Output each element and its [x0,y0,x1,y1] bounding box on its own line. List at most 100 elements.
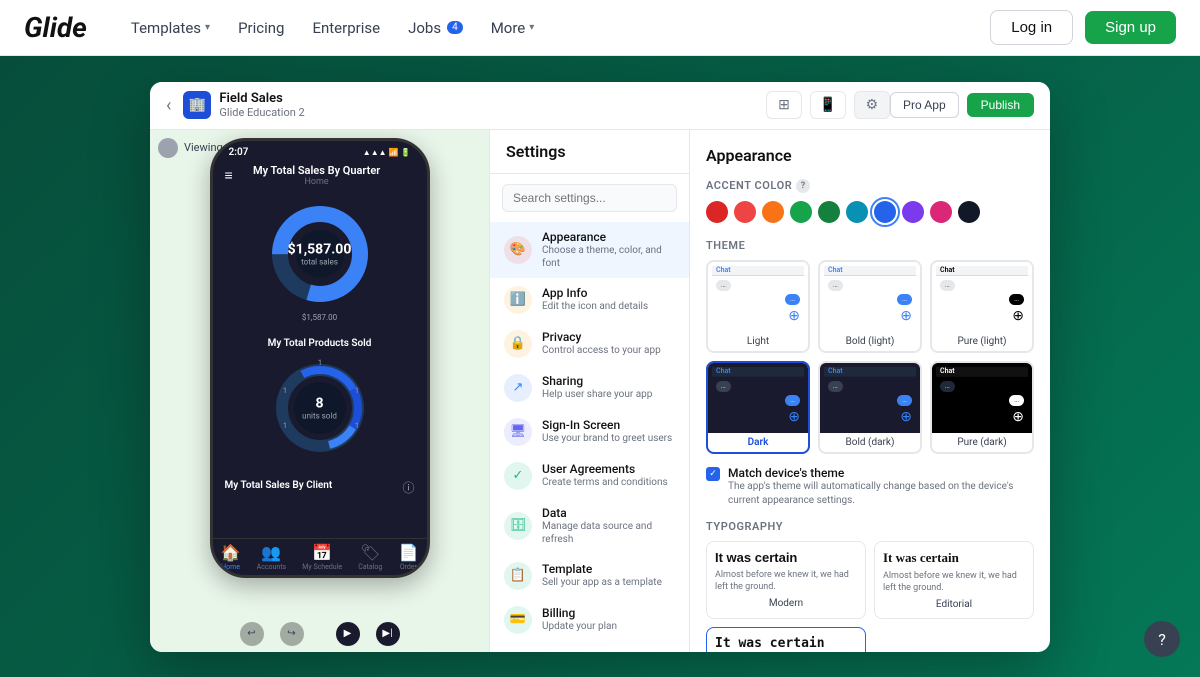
appearance-panel: Appearance ACCENT COLOR ? THEME Chat ...… [690,130,1050,652]
typography-editorial[interactable]: It was certain Almost before we knew it,… [874,541,1034,619]
chevron-down-icon: ▾ [205,22,210,33]
settings-item-desc: Control access to your app [542,344,675,357]
nav-templates[interactable]: Templates ▾ [119,11,222,45]
settings-item-desc: Update your plan [542,620,675,633]
appearance-title: Appearance [706,146,1034,165]
sharing-icon: ↗ [504,374,532,402]
navbar: Glide Templates ▾ Pricing Enterprise Job… [0,0,1200,56]
theme-label: THEME [706,239,1034,252]
settings-item-desc: Choose a theme, color, and font [542,244,675,270]
next-button[interactable]: ▶| [376,622,400,646]
theme-card-light[interactable]: Chat ... ... ⊕ Light [706,260,810,353]
settings-item-privacy[interactable]: 🔒 Privacy Control access to your app [490,322,689,366]
app-subtitle: Glide Education 2 [219,106,706,119]
help-button[interactable]: ? [1144,621,1180,657]
settings-item-name: Sharing [542,374,675,388]
phone-bottom-nav: 🏠 Home 👥 Accounts 📅 My Schedule 🏷 [213,538,427,575]
settings-item-desc: Manage data source and refresh [542,520,675,546]
phone-page-title: My Total Sales By Quarter [233,164,401,177]
typography-label: TYPOGRAPHY [706,520,1034,533]
login-button[interactable]: Log in [990,10,1073,45]
match-device-checkbox[interactable]: ✓ [706,467,720,481]
color-swatch-3[interactable] [790,201,812,223]
color-swatch-5[interactable] [846,201,868,223]
svg-text:1: 1 [283,422,287,430]
signup-button[interactable]: Sign up [1085,11,1176,44]
settings-item-user-agreements[interactable]: ✓ User Agreements Create terms and condi… [490,454,689,498]
settings-view-button[interactable]: ⚙ [854,91,890,119]
back-button[interactable]: ‹ [166,95,171,116]
sales-value: $1,587.00 [288,241,352,257]
privacy-icon: 🔒 [504,330,532,358]
nav-item-order[interactable]: 📄 Order [398,543,418,571]
pro-app-button[interactable]: Pro App [890,92,959,118]
theme-card-pure-dark[interactable]: Chat ... ... ⊕ Pure (dark) [930,361,1034,454]
play-button[interactable]: ▶ [336,622,360,646]
settings-item-template[interactable]: 📋 Template Sell your app as a template [490,554,689,598]
settings-item-appearance[interactable]: 🎨 Appearance Choose a theme, color, and … [490,222,689,278]
settings-title: Settings [506,142,673,161]
app-icon: 🏢 [183,91,211,119]
theme-card-bold-dark[interactable]: Chat ... ... ⊕ Bold (dark) [818,361,922,454]
typography-row2: It was certain [706,627,1034,652]
color-swatch-4[interactable] [818,201,840,223]
nav-item-catalog[interactable]: 🏷 Catalog [358,543,382,571]
theme-label-bold-light: Bold (light) [820,332,920,351]
typography-name: Modern [715,598,857,609]
theme-card-bold-light[interactable]: Chat ... ... ⊕ Bold (light) [818,260,922,353]
settings-item-app-info[interactable]: ℹ️ App Info Edit the icon and details [490,278,689,322]
settings-list: 🎨 Appearance Choose a theme, color, and … [490,222,689,652]
color-swatch-0[interactable] [706,201,728,223]
nav-enterprise[interactable]: Enterprise [300,11,392,45]
accent-color-label: ACCENT COLOR ? [706,179,1034,193]
nav-item-schedule[interactable]: 📅 My Schedule [302,543,342,571]
match-device: ✓ Match device's theme The app's theme w… [706,466,1034,508]
navbar-actions: Log in Sign up [990,10,1176,45]
info-icon: ? [796,179,810,193]
header-right: Pro App Publish [890,92,1034,118]
typography-selected[interactable]: It was certain [706,627,866,652]
color-swatch-9[interactable] [958,201,980,223]
nav-item-accounts[interactable]: 👥 Accounts [257,543,287,571]
nav-item-home[interactable]: 🏠 Home [221,543,241,571]
table-view-button[interactable]: ⊞ [766,91,802,119]
settings-item-sign-in-screen[interactable]: 🖥 Sign-In Screen Use your brand to greet… [490,410,689,454]
phone-view-button[interactable]: 📱 [810,91,846,119]
nav-pricing[interactable]: Pricing [226,11,296,45]
avatar [158,138,178,158]
svg-text:1: 1 [355,422,359,430]
search-input[interactable] [502,184,677,212]
typography-desc: Almost before we knew it, we had left th… [715,569,857,594]
hamburger-icon[interactable]: ≡ [225,167,233,184]
settings-item-desc: Create terms and conditions [542,476,675,489]
donut-sub-value: $1,587.00 [225,313,415,322]
color-swatch-1[interactable] [734,201,756,223]
user agreements-icon: ✓ [504,462,532,490]
color-swatch-7[interactable] [902,201,924,223]
color-swatch-2[interactable] [762,201,784,223]
undo-button[interactable]: ↩ [240,622,264,646]
settings-item-sharing[interactable]: ↗ Sharing Help user share your app [490,366,689,410]
data-icon: 🗄 [504,512,532,540]
settings-item-integrations[interactable]: 🔗 Integrations Connect to Zapier, Google… [490,642,689,652]
theme-card-dark[interactable]: Chat ... ... ⊕ Dark [706,361,810,454]
typography-modern[interactable]: It was certain Almost before we knew it,… [706,541,866,619]
units-value: 8 [302,395,337,411]
settings-item-billing[interactable]: 💳 Billing Update your plan [490,598,689,642]
client-title: My Total Sales By Client [225,480,333,491]
color-swatch-8[interactable] [930,201,952,223]
settings-item-data[interactable]: 🗄 Data Manage data source and refresh [490,498,689,554]
settings-header: Settings [490,130,689,174]
theme-card-pure-light[interactable]: Chat ... ... ⊕ Pure (light) [930,260,1034,353]
redo-button[interactable]: ↪ [280,622,304,646]
match-device-title: Match device's theme [728,466,1034,480]
logo: Glide [24,11,87,44]
nav-jobs[interactable]: Jobs 4 [396,11,475,45]
nav-more[interactable]: More ▾ [479,11,547,45]
svg-text:1: 1 [355,387,359,395]
donut-center-1: $1,587.00 total sales [288,241,352,266]
billing-icon: 💳 [504,606,532,634]
color-swatch-6[interactable] [874,201,896,223]
settings-item-desc: Help user share your app [542,388,675,401]
publish-button[interactable]: Publish [967,93,1034,117]
